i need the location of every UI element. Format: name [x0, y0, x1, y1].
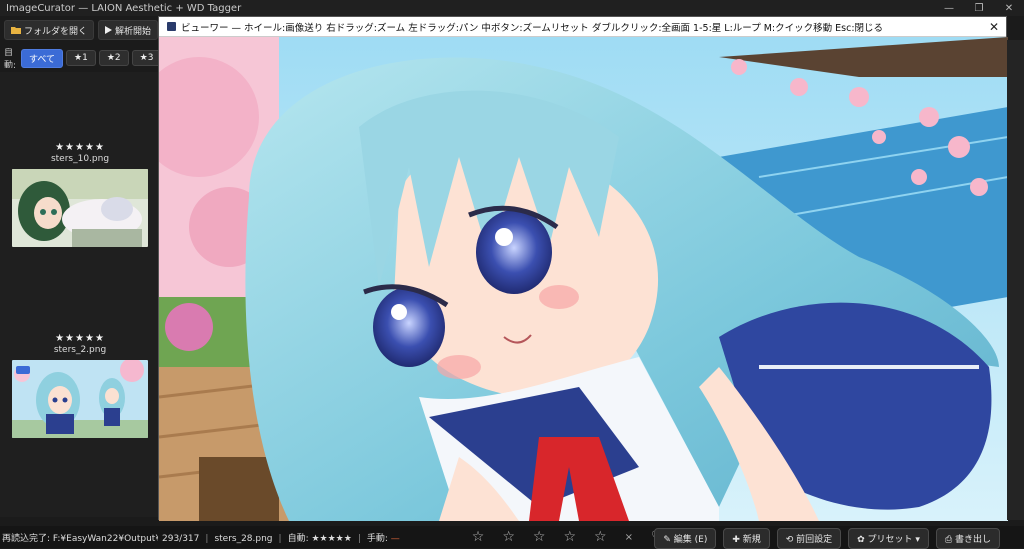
thumbnail-card[interactable]: ★★★★★ sters_2.png: [12, 333, 148, 442]
start-analysis-button[interactable]: 解析開始: [98, 20, 159, 40]
close-window-button[interactable]: ✕: [994, 3, 1024, 14]
star-1-button[interactable]: ☆: [472, 529, 485, 545]
thumbnail-card[interactable]: ★★★★★ sters_10.png: [12, 142, 148, 251]
thumbnail-stars: ★★★★★: [55, 142, 105, 153]
viewer-app-icon: [167, 22, 176, 31]
thumbnail-stars: ★★★★★: [55, 333, 105, 344]
star-3-button[interactable]: ☆: [533, 529, 546, 545]
main-toolbar: フォルダを開く 解析開始: [0, 20, 160, 40]
edit-button[interactable]: ✎ 編集 (E): [654, 528, 717, 549]
image-filename: sters_28.png: [214, 533, 273, 544]
thumbnail-image[interactable]: [12, 169, 148, 247]
previous-settings-button[interactable]: ⟲ 前回設定: [776, 528, 842, 549]
start-analysis-label: 解析開始: [115, 26, 152, 37]
viewer-window: ビューワー — ホイール:画像送り 右ドラッグ:ズーム 左ドラッグ:パン 中ボタ…: [158, 16, 1008, 521]
app-title: ImageCurator — LAION Aesthetic + WD Tagg…: [6, 2, 242, 14]
minimize-button[interactable]: —: [934, 3, 964, 14]
export-button[interactable]: ⎙ 書き出し: [935, 528, 1000, 549]
thumbnail-image[interactable]: [12, 358, 148, 438]
star-5-button[interactable]: ☆: [594, 529, 607, 545]
status-bar: 再読込完了: F:¥EasyWan22¥Output¥ste 293/317 | s…: [0, 526, 1024, 549]
auto-filter-label: 自動:: [4, 48, 17, 68]
play-icon: [105, 26, 113, 34]
thumbnail-filename: sters_2.png: [53, 345, 107, 355]
star-2-button[interactable]: ☆: [502, 529, 515, 545]
rating-stars: ☆ ☆ ☆ ☆ ☆ × ♡: [472, 529, 664, 545]
filter-chip-2star[interactable]: ★2: [98, 50, 129, 66]
preset-dropdown[interactable]: ✿ プリセット ▾: [848, 528, 929, 549]
clear-rating-button[interactable]: ×: [625, 532, 633, 543]
auto-filter-bar: 自動: すべて ★1 ★2 ★3: [0, 48, 160, 68]
image-info: 293/317 | sters_28.png | 自動: ★★★★★ | 手動: —: [162, 533, 400, 544]
filter-chip-3star[interactable]: ★3: [131, 50, 160, 66]
manual-rating-value: —: [390, 533, 400, 544]
reload-status: 再読込完了: F:¥EasyWan22¥Output¥ste: [2, 533, 158, 544]
viewer-close-button[interactable]: ✕: [982, 20, 1006, 34]
thumbnail-list[interactable]: ★★★★★ sters_10.png ★★★★★ sters_2.png: [0, 72, 158, 517]
auto-rating: 自動: ★★★★★: [287, 533, 352, 544]
new-button[interactable]: ✚ 新規: [723, 528, 770, 549]
viewer-titlebar: ビューワー — ホイール:画像送り 右ドラッグ:ズーム 左ドラッグ:パン 中ボタ…: [159, 17, 1006, 37]
preview-image[interactable]: [159, 37, 1008, 521]
thumbnail-filename: sters_10.png: [50, 154, 110, 164]
manual-rating-label: 手動:: [366, 533, 388, 544]
folder-icon: [11, 27, 21, 34]
viewer-canvas[interactable]: [159, 37, 1008, 521]
window-titlebar: ImageCurator — LAION Aesthetic + WD Tagg…: [0, 0, 1024, 16]
filter-chip-1star[interactable]: ★1: [66, 50, 96, 66]
star-4-button[interactable]: ☆: [563, 529, 576, 545]
maximize-button[interactable]: ❐: [964, 3, 994, 14]
image-position: 293/317: [162, 533, 200, 544]
open-folder-label: フォルダを開く: [24, 26, 88, 37]
open-folder-button[interactable]: フォルダを開く: [4, 20, 95, 40]
filter-chip-all[interactable]: すべて: [21, 48, 64, 68]
viewer-title: ビューワー — ホイール:画像送り 右ドラッグ:ズーム 左ドラッグ:パン 中ボタ…: [181, 22, 884, 34]
background-edge: [1007, 40, 1024, 520]
status-actions: ✎ 編集 (E) ✚ 新規 ⟲ 前回設定 ✿ プリセット ▾ ⎙ 書き出し: [654, 528, 1000, 549]
